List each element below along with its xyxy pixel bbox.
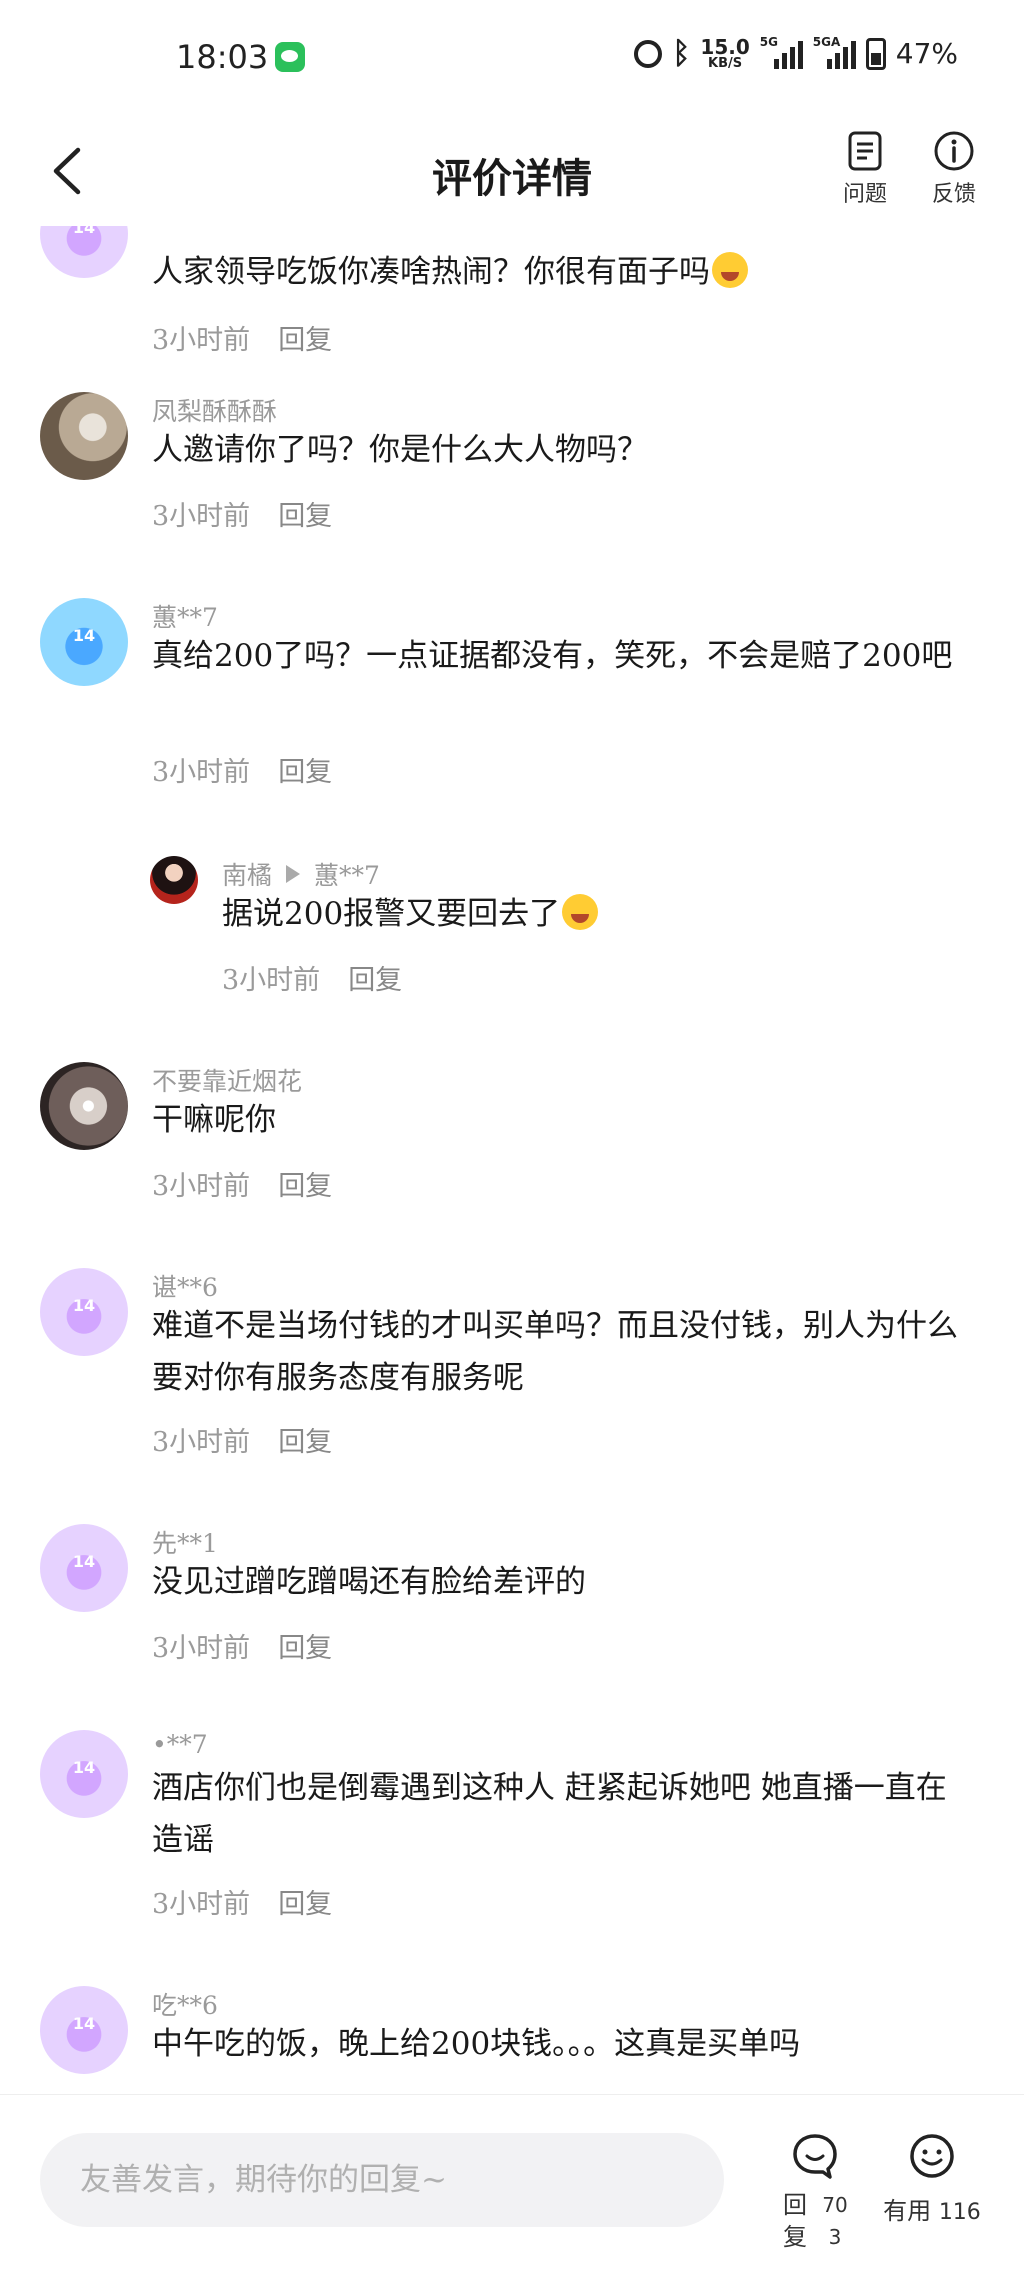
- alarm-icon: [634, 39, 663, 68]
- comment-bubble-icon: [793, 2134, 837, 2179]
- comment-time: 3小时前: [152, 1889, 251, 1920]
- comment-list[interactable]: 人家领导吃饭你凑啥热闹？你很有面子吗 3小时前回复 凤梨酥酥酥 人邀请你了吗？你…: [0, 226, 1024, 2094]
- avatar[interactable]: [150, 856, 198, 904]
- reply-button[interactable]: 回复: [278, 1171, 332, 1202]
- info-icon: [934, 131, 974, 171]
- comment-text: 中午吃的饭，晚上给200块钱。。。这真是买单吗: [152, 2026, 801, 2062]
- comment-text: 据说200报警又要回去了: [222, 888, 964, 940]
- comment-time: 3小时前: [222, 965, 321, 996]
- battery-icon: [865, 37, 886, 70]
- comment-meta: 3小时前 回复: [152, 1420, 332, 1459]
- reply-label: 回复: [783, 2191, 807, 2251]
- comment-text: 真给200了吗？一点证据都没有，笑死，不会是赔了200吧: [152, 638, 953, 674]
- joy-emoji-icon: [562, 894, 599, 930]
- status-bar: 18:03 ᛒ 15.0 KB/S 5G 5GA 47%: [0, 0, 1024, 116]
- useful-label: 有用: [883, 2197, 932, 2225]
- reply-button[interactable]: 回复: [278, 1633, 332, 1664]
- network-speed: 15.0 KB/S: [700, 35, 750, 71]
- status-time: 18:03: [176, 38, 269, 76]
- comment-text: 人邀请你了吗？你是什么大人物吗？: [152, 432, 648, 468]
- question-label: 问题: [842, 182, 887, 207]
- reply-count-button[interactable]: 回复 703: [770, 2131, 860, 2253]
- useful-count: 116: [938, 2200, 981, 2225]
- comment-time: 3小时前: [152, 1171, 251, 1202]
- comment-text: 酒店你们也是倒霉遇到这种人 赶紧起诉她吧 她直播一直在造谣: [152, 1770, 947, 1858]
- status-icons: ᛒ 15.0 KB/S 5G 5GA 47%: [634, 35, 958, 71]
- comment-username[interactable]: 不要靠近烟花: [152, 1062, 302, 1098]
- reply-target[interactable]: 蕙**7: [314, 861, 380, 890]
- comment-text: 干嘛呢你: [152, 1102, 276, 1138]
- reply-username: 南橘 蕙**7: [222, 856, 380, 892]
- comment-meta: 3小时前 回复: [152, 494, 332, 533]
- comment-text: 难道不是当场付钱的才叫买单吗？而且没付钱，别人为什么要对你有服务态度有服务呢: [152, 1308, 958, 1396]
- avatar[interactable]: [40, 1268, 128, 1356]
- useful-button[interactable]: 有用 116: [880, 2131, 984, 2226]
- comment-meta: 3小时前 回复: [152, 750, 332, 789]
- comment-username[interactable]: •**7: [152, 1730, 208, 1759]
- reply-button[interactable]: 回复: [278, 757, 332, 788]
- wechat-icon: [275, 42, 305, 72]
- comment-meta: 3小时前 回复: [152, 1626, 332, 1665]
- avatar[interactable]: [40, 226, 128, 278]
- reply-button[interactable]: 回复: [278, 1889, 332, 1920]
- rofl-emoji-icon: [712, 252, 748, 288]
- comment-text: 没见过蹭吃蹭喝还有脸给差评的: [152, 1564, 586, 1600]
- comment-meta: 3小时前 回复: [152, 318, 332, 357]
- avatar[interactable]: [40, 1730, 128, 1818]
- reply-button[interactable]: 回复: [278, 325, 332, 356]
- avatar[interactable]: [40, 1524, 128, 1612]
- comment-username[interactable]: 凤梨酥酥酥: [152, 392, 277, 428]
- bluetooth-icon: ᛒ: [672, 36, 691, 71]
- feedback-label: 反馈: [931, 182, 976, 207]
- comment-meta: 3小时前 回复: [222, 958, 402, 997]
- document-icon: [848, 131, 882, 171]
- signal-icon-1: 5G: [760, 35, 803, 69]
- reply-count: 703: [822, 2193, 848, 2249]
- feedback-button[interactable]: 反馈: [918, 130, 990, 208]
- avatar[interactable]: [40, 392, 128, 480]
- reply-input[interactable]: 友善发言，期待你的回复~: [40, 2133, 724, 2227]
- reply-button[interactable]: 回复: [348, 965, 402, 996]
- comment-time: 3小时前: [152, 325, 251, 356]
- comment-username[interactable]: 谌**6: [152, 1268, 218, 1304]
- smile-icon: [910, 2134, 954, 2178]
- comment-meta: 3小时前 回复: [152, 1164, 332, 1203]
- top-nav: 评价详情 问题 反馈: [0, 116, 1024, 226]
- reply-button[interactable]: 回复: [278, 501, 332, 532]
- avatar[interactable]: [40, 1062, 128, 1150]
- comment-text: 人家领导吃饭你凑啥热闹？你很有面子吗: [152, 246, 964, 298]
- reply-arrow-icon: [286, 865, 301, 883]
- bottom-bar: 友善发言，期待你的回复~ 回复 703 有用 116: [0, 2094, 1024, 2288]
- comment-meta: 3小时前 回复: [152, 1882, 332, 1921]
- comment-time: 3小时前: [152, 1427, 251, 1458]
- comment-time: 3小时前: [152, 501, 251, 532]
- question-button[interactable]: 问题: [829, 130, 901, 208]
- reply-button[interactable]: 回复: [278, 1427, 332, 1458]
- reply-author[interactable]: 南橘: [222, 861, 272, 890]
- comment-time: 3小时前: [152, 1633, 251, 1664]
- comment-username[interactable]: 吃**6: [152, 1986, 218, 2022]
- comment-username[interactable]: 蕙**7: [152, 598, 218, 634]
- signal-icon-2: 5GA: [813, 35, 856, 69]
- comment-username[interactable]: 先**1: [152, 1524, 218, 1560]
- comment-time: 3小时前: [152, 757, 251, 788]
- avatar[interactable]: [40, 1986, 128, 2074]
- battery-percent: 47%: [895, 37, 958, 70]
- avatar[interactable]: [40, 598, 128, 686]
